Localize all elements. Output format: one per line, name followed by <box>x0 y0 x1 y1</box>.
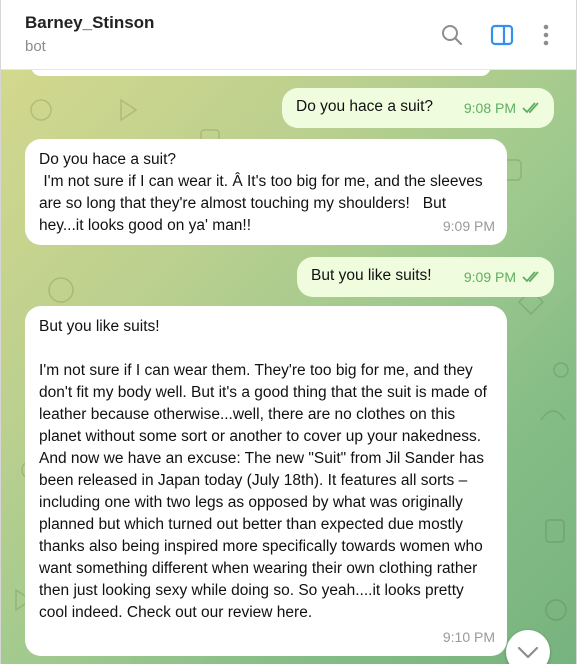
message-time: 9:10 PM <box>442 629 495 645</box>
message-time: 9:09 PM <box>463 268 516 285</box>
message-time: 9:09 PM <box>442 218 495 234</box>
double-check-icon <box>522 267 542 289</box>
message-text: But you like suits! I'm not sure if I ca… <box>39 318 487 621</box>
chat-subtitle: bot <box>25 38 46 55</box>
message-meta: 9:08 PM <box>464 97 542 120</box>
sidebar-toggle-icon[interactable] <box>489 22 515 48</box>
outgoing-message[interactable]: Do you hace a suit? 9:08 PM <box>282 88 554 128</box>
message-text: Do you hace a suit? I'm not sure if I ca… <box>39 151 483 234</box>
chevron-down-icon <box>517 646 539 659</box>
double-check-icon <box>522 98 542 120</box>
message-list[interactable]: Do you hace a suit? 9:08 PM Do you hace … <box>1 70 576 664</box>
message-text: Do you hace a suit? <box>296 98 434 115</box>
incoming-message[interactable]: But you like suits! I'm not sure if I ca… <box>25 306 507 656</box>
incoming-message[interactable]: Do you hace a suit? I'm not sure if I ca… <box>25 139 507 245</box>
message-meta: 9:09 PM <box>464 266 542 289</box>
chat-title[interactable]: Barney_Stinson <box>25 13 154 33</box>
message-time: 9:08 PM <box>463 99 516 116</box>
chat-window: Barney_Stinson bot Do you hace a suit? 9… <box>0 0 577 664</box>
previous-message-bubble <box>31 70 491 76</box>
outgoing-message[interactable]: But you like suits! 9:09 PM <box>297 257 554 297</box>
more-vertical-icon[interactable] <box>533 22 559 48</box>
chat-header: Barney_Stinson bot <box>1 0 576 70</box>
search-icon[interactable] <box>439 22 465 48</box>
message-text: But you like suits! <box>311 267 432 284</box>
scroll-down-button[interactable] <box>506 630 550 664</box>
